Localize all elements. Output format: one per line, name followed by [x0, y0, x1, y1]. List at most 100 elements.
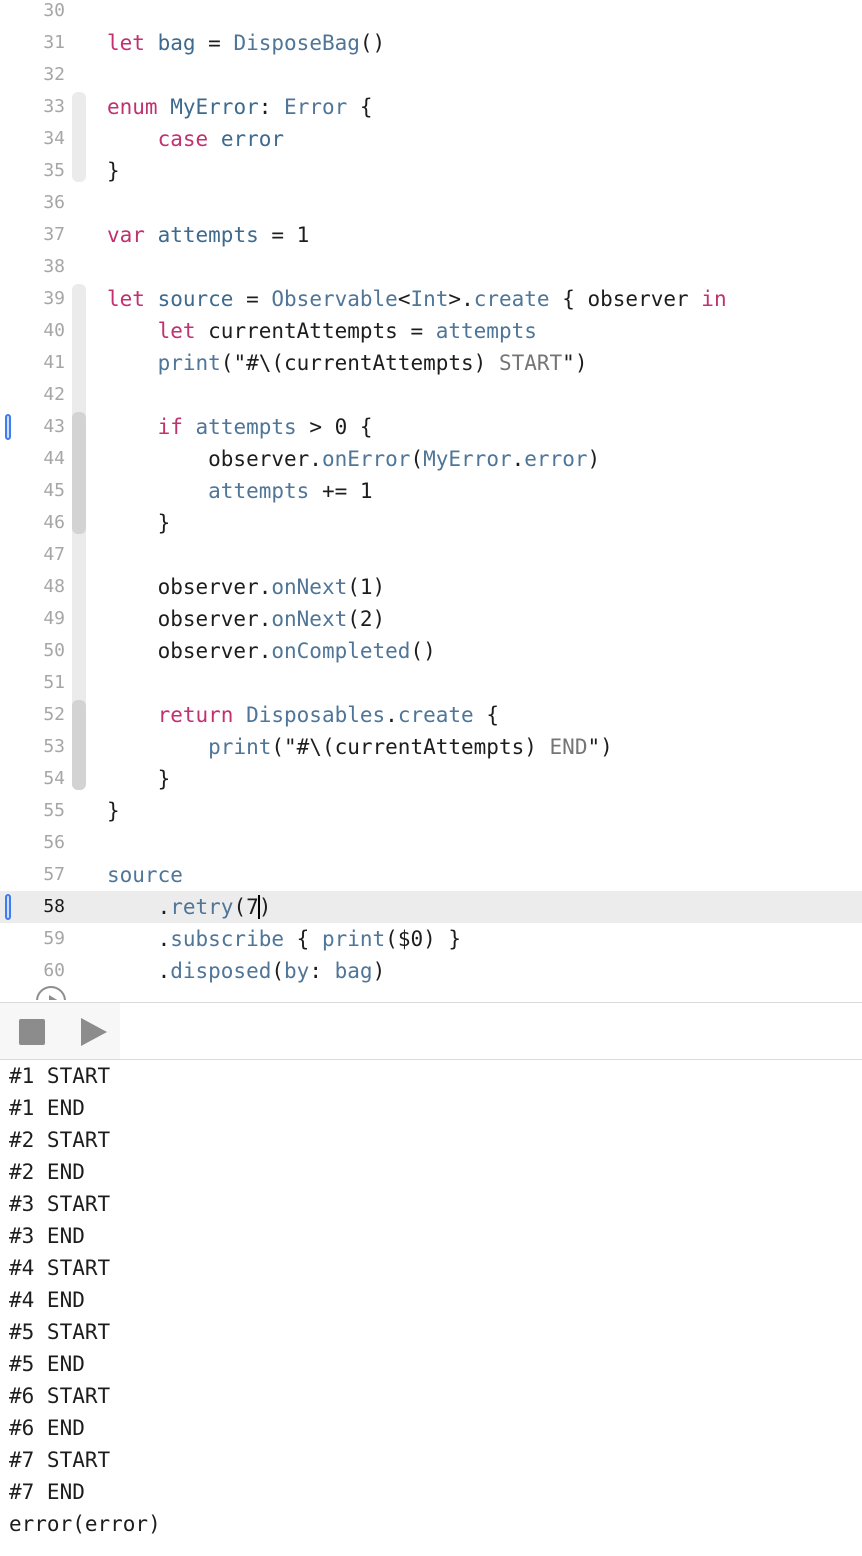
line-number[interactable]: 59 — [0, 923, 65, 955]
debug-toolbar — [0, 1002, 862, 1060]
line-number[interactable]: 50 — [0, 635, 65, 667]
code-editor[interactable]: 30 31 let bag = DisposeBag() 32 33 enum MyErr… — [0, 0, 862, 1000]
code-line-56[interactable]: 56 — [0, 827, 862, 859]
line-number[interactable]: 46 — [0, 507, 65, 539]
line-number[interactable]: 38 — [0, 251, 65, 283]
code-line-49[interactable]: 49 observer.onNext(2) — [0, 603, 862, 635]
code-line-40[interactable]: 40 let currentAttempts = attempts — [0, 315, 862, 347]
code-token: = — [195, 31, 234, 55]
code-text[interactable]: attempts += 1 — [107, 475, 372, 507]
line-number[interactable]: 45 — [0, 475, 65, 507]
code-token: ( — [410, 447, 424, 471]
execute-playground-icon[interactable] — [36, 986, 66, 1000]
code-token: onNext — [271, 575, 348, 599]
code-text[interactable]: observer.onNext(1) — [107, 571, 386, 603]
code-line-39[interactable]: 39 let source = Observable<Int>.create { … — [0, 283, 862, 315]
code-text[interactable]: let currentAttempts = attempts — [107, 315, 537, 347]
code-line-43[interactable]: 43 if attempts > 0 { — [0, 411, 862, 443]
code-line-34[interactable]: 34 case error — [0, 123, 862, 155]
code-line-53[interactable]: 53 print("#\(currentAttempts) END") — [0, 731, 862, 763]
code-text[interactable]: let bag = DisposeBag() — [107, 27, 385, 59]
code-line-36[interactable]: 36 — [0, 187, 862, 219]
code-line-32[interactable]: 32 — [0, 59, 862, 91]
line-number[interactable]: 48 — [0, 571, 65, 603]
code-text[interactable]: .subscribe { print($0) } — [107, 923, 461, 955]
code-line-58[interactable]: 58 .retry(7) — [0, 891, 862, 923]
line-number[interactable]: 44 — [0, 443, 65, 475]
code-text[interactable]: observer.onNext(2) — [107, 603, 386, 635]
line-number[interactable]: 30 — [0, 0, 65, 27]
code-text[interactable]: enum MyError: Error { — [107, 91, 373, 123]
line-number[interactable]: 41 — [0, 347, 65, 379]
code-text[interactable]: .disposed(by: bag) — [107, 955, 386, 987]
line-number[interactable]: 53 — [0, 731, 65, 763]
code-line-31[interactable]: 31 let bag = DisposeBag() — [0, 27, 862, 59]
line-number[interactable]: 31 — [0, 27, 65, 59]
code-token: source — [107, 863, 183, 887]
line-number[interactable]: 56 — [0, 827, 65, 859]
code-text[interactable]: return Disposables.create { — [107, 699, 499, 731]
line-number[interactable]: 37 — [0, 219, 65, 251]
line-number[interactable]: 39 — [0, 283, 65, 315]
code-line-33[interactable]: 33 enum MyError: Error { — [0, 91, 862, 123]
line-number[interactable]: 34 — [0, 123, 65, 155]
line-number[interactable]: 42 — [0, 379, 65, 411]
code-line-35[interactable]: 35} — [0, 155, 862, 187]
code-text[interactable]: observer.onCompleted() — [107, 635, 436, 667]
line-number[interactable]: 54 — [0, 763, 65, 795]
line-number[interactable]: 55 — [0, 795, 65, 827]
code-line-48[interactable]: 48 observer.onNext(1) — [0, 571, 862, 603]
change-marker-icon[interactable] — [5, 894, 11, 920]
code-line-50[interactable]: 50 observer.onCompleted() — [0, 635, 862, 667]
console-line: error(error) — [9, 1512, 161, 1536]
line-number[interactable]: 36 — [0, 187, 65, 219]
code-line-44[interactable]: 44 observer.onError(MyError.error) — [0, 443, 862, 475]
console-output[interactable]: #1 START #1 END #2 START #2 END #3 START #3 E… — [0, 1060, 862, 1556]
code-line-30[interactable]: 30 — [0, 0, 862, 27]
code-line-52[interactable]: 52 return Disposables.create { — [0, 699, 862, 731]
console-line: #1 START — [9, 1064, 111, 1088]
code-text[interactable]: } — [107, 795, 120, 827]
line-number[interactable]: 35 — [0, 155, 65, 187]
line-number[interactable]: 57 — [0, 859, 65, 891]
line-number[interactable]: 32 — [0, 59, 65, 91]
code-text[interactable]: case error — [107, 123, 284, 155]
code-line-45[interactable]: 45 attempts += 1 — [0, 475, 862, 507]
code-text[interactable]: var attempts = 1 — [107, 219, 309, 251]
code-line-60[interactable]: 60 .disposed(by: bag) — [0, 955, 862, 987]
run-button[interactable] — [81, 1018, 107, 1046]
code-line-55[interactable]: 55} — [0, 795, 862, 827]
code-line-51[interactable]: 51 — [0, 667, 862, 699]
code-line-57[interactable]: 57 source — [0, 859, 862, 891]
code-line-38[interactable]: 38 — [0, 251, 862, 283]
code-token: } — [107, 799, 120, 823]
code-text[interactable]: let source = Observable<Int>.create { ob… — [107, 283, 727, 315]
code-text[interactable]: source — [107, 859, 183, 891]
code-line-42[interactable]: 42 — [0, 379, 862, 411]
code-text[interactable]: print("#\(currentAttempts) END") — [107, 731, 613, 763]
code-text[interactable]: if attempts > 0 { — [107, 411, 373, 443]
code-line-59[interactable]: 59 .subscribe { print($0) } — [0, 923, 862, 955]
code-text[interactable]: print("#\(currentAttempts) START") — [107, 347, 588, 379]
line-number[interactable]: 60 — [0, 955, 65, 987]
code-line-41[interactable]: 41 print("#\(currentAttempts) START") — [0, 347, 862, 379]
code-line-47[interactable]: 47 — [0, 539, 862, 571]
stop-button[interactable] — [19, 1019, 45, 1045]
line-number[interactable]: 33 — [0, 91, 65, 123]
code-text[interactable]: observer.onError(MyError.error) — [107, 443, 600, 475]
code-text[interactable]: } — [107, 155, 120, 187]
code-text[interactable]: .retry(7) — [107, 891, 271, 923]
line-number[interactable]: 47 — [0, 539, 65, 571]
line-number[interactable]: 51 — [0, 667, 65, 699]
code-line-54[interactable]: 54 } — [0, 763, 862, 795]
code-line-37[interactable]: 37 var attempts = 1 — [0, 219, 862, 251]
line-number[interactable]: 40 — [0, 315, 65, 347]
change-marker-icon[interactable] — [5, 414, 11, 440]
code-text[interactable]: } — [107, 507, 171, 539]
line-number[interactable]: 52 — [0, 699, 65, 731]
code-line-46[interactable]: 46 } — [0, 507, 862, 539]
code-text[interactable]: } — [107, 763, 171, 795]
debug-controls — [0, 1003, 120, 1059]
line-number[interactable]: 49 — [0, 603, 65, 635]
